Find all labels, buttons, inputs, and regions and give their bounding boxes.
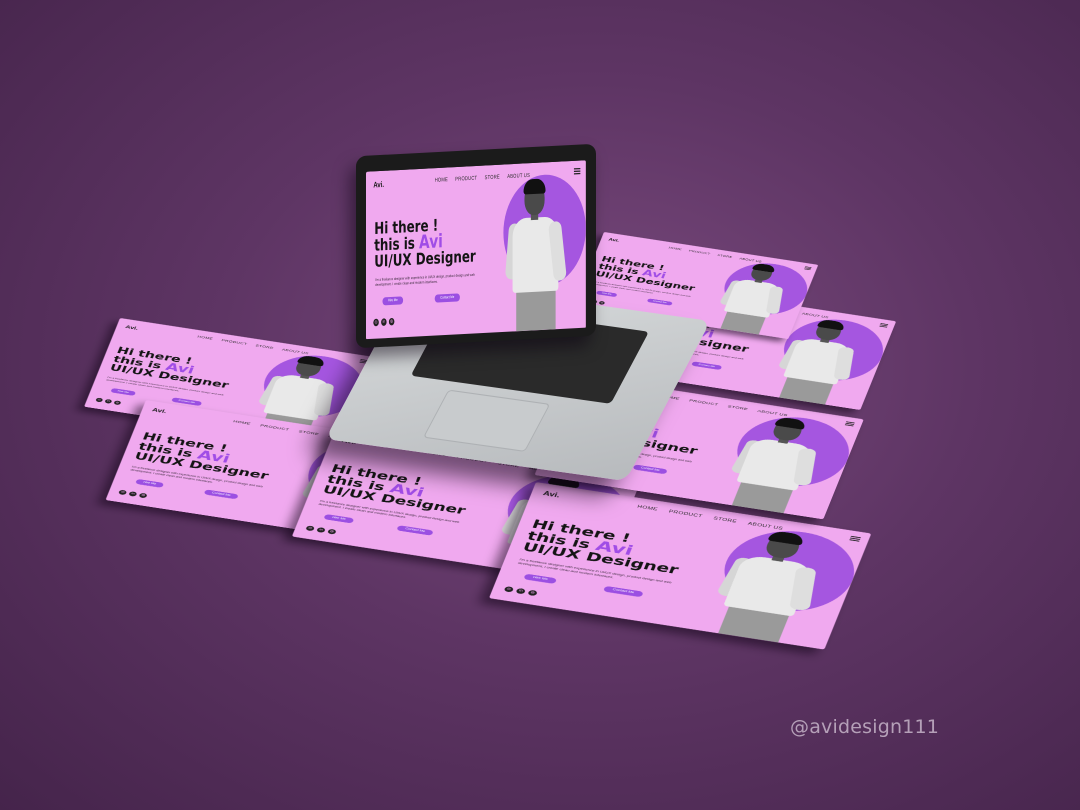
dribbble-icon[interactable]: ◍ (113, 400, 122, 406)
nav-home[interactable]: HOME (637, 504, 659, 511)
hire-me-button[interactable]: Hire Me (382, 296, 404, 306)
hamburger-menu-icon[interactable] (804, 266, 812, 271)
nav-product[interactable]: PRODUCT (260, 423, 290, 431)
nav-store[interactable]: STORE (717, 254, 733, 259)
nav-store[interactable]: STORE (298, 429, 320, 436)
site-nav: HOME PRODUCT STORE ABOUT US (662, 394, 789, 417)
laptop-screen: Avi. HOME PRODUCT STORE ABOUT US Hi ther… (356, 143, 596, 349)
portrait-image (699, 525, 846, 646)
instagram-icon[interactable]: ◎ (118, 489, 128, 496)
nav-home[interactable]: HOME (197, 335, 214, 341)
site-logo[interactable]: Avi. (542, 490, 561, 499)
nav-product[interactable]: PRODUCT (455, 175, 477, 182)
linkedin-icon[interactable]: in (316, 527, 326, 533)
nav-home[interactable]: HOME (668, 246, 682, 251)
social-icons: ◎ in ◍ (503, 586, 538, 597)
hire-me-button[interactable]: Hire Me (110, 387, 137, 396)
hamburger-menu-icon[interactable] (849, 535, 861, 542)
site-logo[interactable]: Avi. (151, 407, 167, 415)
dribbble-icon[interactable]: ◍ (138, 492, 148, 499)
hire-me-button[interactable]: Hire Me (135, 478, 165, 488)
contact-me-button[interactable]: Contact Me (203, 489, 239, 500)
nav-store[interactable]: STORE (485, 173, 500, 180)
nav-home[interactable]: HOME (435, 176, 448, 183)
hero-description: I'm a freelance designer with experience… (375, 273, 475, 288)
contact-me-button[interactable]: Contact Me (602, 585, 644, 598)
hero-heading: Hi there ! this is Avi UI/UX Designer (374, 216, 476, 272)
contact-me-button[interactable]: Contact Me (632, 464, 668, 475)
dribbble-icon[interactable]: ◍ (327, 528, 337, 535)
instagram-icon[interactable]: ◎ (305, 525, 315, 532)
nav-about-us[interactable]: ABOUT US (507, 172, 530, 179)
watermark: @avidesign111 (790, 716, 940, 738)
site-nav: HOME PRODUCT STORE ABOUT US (668, 246, 762, 263)
nav-store[interactable]: STORE (255, 344, 274, 350)
nav-home[interactable]: HOME (233, 419, 252, 425)
nav-product[interactable]: PRODUCT (221, 339, 248, 346)
dribbble-icon[interactable]: ◍ (598, 300, 606, 305)
nav-store[interactable]: STORE (713, 516, 738, 524)
portrait-image (708, 260, 802, 337)
hero-heading-line-3: UI/UX Designer (374, 247, 476, 272)
website-mockup-card: Avi. HOME PRODUCT STORE ABOUT US Hi ther… (366, 160, 586, 340)
site-nav: HOME PRODUCT STORE ABOUT US (197, 335, 309, 355)
hire-me-button[interactable]: Hire Me (523, 573, 558, 585)
instagram-icon[interactable]: ◎ (503, 586, 515, 593)
linkedin-icon[interactable]: in (381, 318, 387, 326)
dribbble-icon[interactable]: ◍ (527, 589, 538, 597)
portrait-image (503, 177, 572, 332)
contact-me-button[interactable]: Contact Me (396, 525, 434, 536)
hire-me-button[interactable]: Hire Me (595, 290, 618, 298)
site-logo[interactable]: Avi. (608, 237, 620, 243)
linkedin-icon[interactable]: in (104, 398, 113, 404)
hamburger-menu-icon[interactable] (573, 167, 581, 175)
instagram-icon[interactable]: ◎ (95, 397, 104, 403)
contact-me-button[interactable]: Contact Me (434, 293, 460, 303)
social-icons: ◎ in ◍ (95, 397, 122, 406)
contact-me-button[interactable]: Contact Me (646, 298, 673, 306)
nav-store[interactable]: STORE (727, 404, 749, 411)
laptop-display: Avi. HOME PRODUCT STORE ABOUT US Hi ther… (366, 160, 586, 340)
laptop-trackpad[interactable] (422, 389, 551, 452)
nav-product[interactable]: PRODUCT (688, 249, 711, 255)
dribbble-icon[interactable]: ◍ (388, 317, 395, 326)
instagram-icon[interactable]: ◎ (373, 318, 379, 327)
social-icons: ◎ in ◍ (373, 317, 395, 327)
linkedin-icon[interactable]: in (128, 491, 138, 497)
social-icons: ◎ in ◍ (305, 525, 337, 535)
social-icons: ◎ in ◍ (118, 489, 148, 499)
linkedin-icon[interactable]: in (515, 587, 526, 595)
site-logo[interactable]: Avi. (125, 324, 139, 331)
nav-product[interactable]: PRODUCT (668, 509, 703, 518)
portrait-image (715, 412, 842, 516)
hamburger-menu-icon[interactable] (844, 421, 855, 427)
contact-me-button[interactable]: Contact Me (691, 361, 723, 371)
site-logo[interactable]: Avi. (373, 180, 384, 190)
hire-me-button[interactable]: Hire Me (323, 513, 355, 524)
nav-product[interactable]: PRODUCT (689, 398, 719, 406)
hamburger-menu-icon[interactable] (879, 323, 889, 328)
